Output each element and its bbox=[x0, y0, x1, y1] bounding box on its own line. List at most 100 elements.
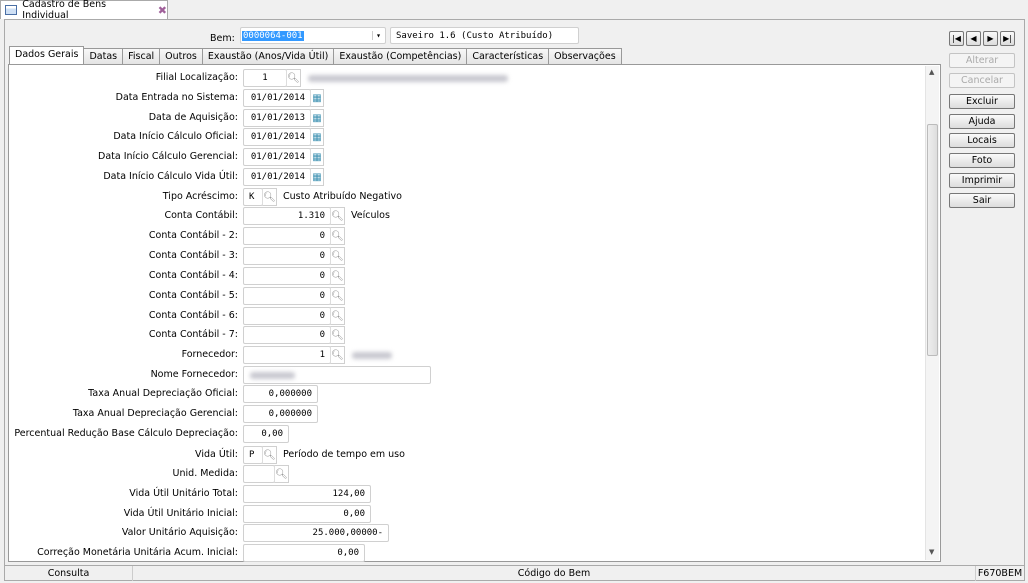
field-input[interactable]: 0,000000 bbox=[243, 405, 318, 423]
tab-1[interactable]: Datas bbox=[83, 48, 124, 64]
search-icon[interactable]: 🔍︎ bbox=[330, 287, 345, 305]
previous-record-button[interactable]: ◀ bbox=[966, 31, 981, 46]
alterar-button[interactable]: Alterar bbox=[949, 53, 1015, 68]
field-input[interactable]: 0 bbox=[243, 227, 331, 245]
field-label: Data Início Cálculo Oficial: bbox=[113, 131, 238, 142]
field-label: Data de Aquisição: bbox=[148, 112, 238, 123]
close-icon[interactable]: ✖ bbox=[158, 4, 167, 17]
status-bar: Consulta Código do Bem F670BEM bbox=[5, 565, 1024, 581]
field-input[interactable]: 0 bbox=[243, 307, 331, 325]
search-icon[interactable]: 🔍︎ bbox=[330, 207, 345, 225]
field-label: Unid. Medida: bbox=[172, 468, 238, 479]
field-label: Percentual Redução Base Cálculo Deprecia… bbox=[14, 428, 238, 439]
status-field: Código do Bem bbox=[133, 566, 976, 581]
field-label: Conta Contábil: bbox=[164, 210, 238, 221]
field-label: Vida Útil: bbox=[195, 449, 238, 460]
last-record-button[interactable]: ▶| bbox=[1000, 31, 1015, 46]
field-input[interactable]: K bbox=[243, 188, 263, 206]
field-input[interactable]: 124,00 bbox=[243, 485, 371, 503]
field-input[interactable]: 25.000,00000- bbox=[243, 524, 389, 542]
field-label: Taxa Anual Depreciação Oficial: bbox=[88, 388, 238, 399]
field-input[interactable]: 0,000000 bbox=[243, 385, 318, 403]
tab-bar: Dados Gerais Datas Fiscal Outros Exaustão (A… bbox=[9, 46, 622, 64]
redacted-text bbox=[250, 372, 295, 379]
redacted-text bbox=[352, 352, 392, 359]
scroll-thumb[interactable] bbox=[927, 124, 938, 356]
field-input[interactable]: P bbox=[243, 446, 263, 464]
dropdown-icon[interactable]: ▾ bbox=[372, 31, 384, 40]
search-icon[interactable]: 🔍︎ bbox=[262, 446, 277, 464]
imprimir-button[interactable]: Imprimir bbox=[949, 173, 1015, 188]
calendar-icon[interactable]: ▦ bbox=[310, 168, 324, 186]
field-label: Vida Útil Unitário Inicial: bbox=[123, 508, 238, 519]
calendar-icon[interactable]: ▦ bbox=[310, 89, 324, 107]
field-input[interactable]: 0 bbox=[243, 287, 331, 305]
field-input[interactable]: 0,00 bbox=[243, 505, 371, 523]
window-title: Cadastro de Bens Individual bbox=[22, 0, 107, 21]
window-tab[interactable]: Cadastro de Bens Individual ✖ bbox=[0, 0, 168, 21]
search-icon[interactable]: 🔍︎ bbox=[330, 307, 345, 325]
search-icon[interactable]: 🔍︎ bbox=[286, 69, 301, 87]
scroll-up-icon[interactable]: ▲ bbox=[929, 68, 934, 76]
field-input[interactable]: 1 bbox=[243, 69, 287, 87]
field-label: Filial Localização: bbox=[155, 72, 238, 83]
search-icon[interactable]: 🔍︎ bbox=[330, 346, 345, 364]
field-label: Valor Unitário Aquisição: bbox=[121, 527, 238, 538]
tab-3[interactable]: Outros bbox=[159, 48, 203, 64]
field-input[interactable]: 1 bbox=[243, 346, 331, 364]
foto-button[interactable]: Foto bbox=[949, 153, 1015, 168]
tab-4[interactable]: Exaustão (Anos/Vida Útil) bbox=[201, 48, 335, 64]
excluir-button[interactable]: Excluir bbox=[949, 94, 1015, 109]
field-label: Correção Monetária Unitária Acum. Inicia… bbox=[37, 547, 238, 558]
cancelar-button[interactable]: Cancelar bbox=[949, 73, 1015, 88]
tab-2[interactable]: Fiscal bbox=[122, 48, 161, 64]
calendar-icon[interactable]: ▦ bbox=[310, 148, 324, 166]
field-label: Data Início Cálculo Gerencial: bbox=[98, 151, 238, 162]
search-icon[interactable]: 🔍︎ bbox=[330, 227, 345, 245]
bem-label: Bem: bbox=[210, 33, 235, 44]
field-input[interactable]: 1.310 bbox=[243, 207, 331, 225]
search-icon[interactable]: 🔍︎ bbox=[330, 267, 345, 285]
status-mode: Consulta bbox=[5, 566, 133, 581]
scroll-down-icon[interactable]: ▼ bbox=[929, 548, 934, 556]
field-input[interactable] bbox=[243, 465, 275, 483]
tab-6[interactable]: Características bbox=[466, 48, 550, 64]
locais-button[interactable]: Locais bbox=[949, 133, 1015, 148]
field-input[interactable]: 01/01/2014 bbox=[243, 148, 311, 166]
field-description: Veículos bbox=[351, 210, 390, 221]
field-input[interactable]: 0 bbox=[243, 267, 331, 285]
field-input[interactable]: 01/01/2014 bbox=[243, 89, 311, 107]
field-input[interactable]: 01/01/2013 bbox=[243, 109, 311, 127]
ajuda-button[interactable]: Ajuda bbox=[949, 114, 1015, 129]
search-icon[interactable]: 🔍︎ bbox=[262, 188, 277, 206]
form-icon bbox=[5, 5, 18, 15]
tab-0[interactable]: Dados Gerais bbox=[9, 46, 85, 64]
field-label: Conta Contábil - 7: bbox=[148, 329, 238, 340]
search-icon[interactable]: 🔍︎ bbox=[330, 247, 345, 265]
field-label: Nome Fornecedor: bbox=[150, 369, 238, 380]
field-input[interactable]: 0 bbox=[243, 247, 331, 265]
first-record-button[interactable]: |◀ bbox=[949, 31, 964, 46]
tab-5[interactable]: Exaustão (Competências) bbox=[333, 48, 468, 64]
field-input[interactable]: 01/01/2014 bbox=[243, 128, 311, 146]
field-input[interactable]: 0,00 bbox=[243, 425, 289, 443]
next-record-button[interactable]: ▶ bbox=[983, 31, 998, 46]
field-label: Conta Contábil - 6: bbox=[148, 310, 238, 321]
field-input[interactable]: 0,00 bbox=[243, 544, 365, 562]
field-input[interactable]: 01/01/2014 bbox=[243, 168, 311, 186]
search-icon[interactable]: 🔍︎ bbox=[330, 326, 345, 344]
bem-description: Saveiro 1.6 (Custo Atribuído) bbox=[390, 27, 579, 44]
tab-7[interactable]: Observações bbox=[548, 48, 622, 64]
calendar-icon[interactable]: ▦ bbox=[310, 109, 324, 127]
search-icon[interactable]: 🔍︎ bbox=[274, 465, 289, 483]
calendar-icon[interactable]: ▦ bbox=[310, 128, 324, 146]
field-label: Data Início Cálculo Vida Útil: bbox=[103, 171, 238, 182]
field-label: Conta Contábil - 2: bbox=[148, 230, 238, 241]
field-label: Conta Contábil - 5: bbox=[148, 290, 238, 301]
bem-input[interactable]: 0000064-001 ▾ bbox=[240, 27, 386, 44]
field-label: Conta Contábil - 3: bbox=[148, 250, 238, 261]
sair-button[interactable]: Sair bbox=[949, 193, 1015, 208]
vertical-scrollbar[interactable]: ▲ ▼ bbox=[925, 66, 939, 560]
field-input[interactable]: 0 bbox=[243, 326, 331, 344]
field-label: Vida Útil Unitário Total: bbox=[129, 488, 238, 499]
